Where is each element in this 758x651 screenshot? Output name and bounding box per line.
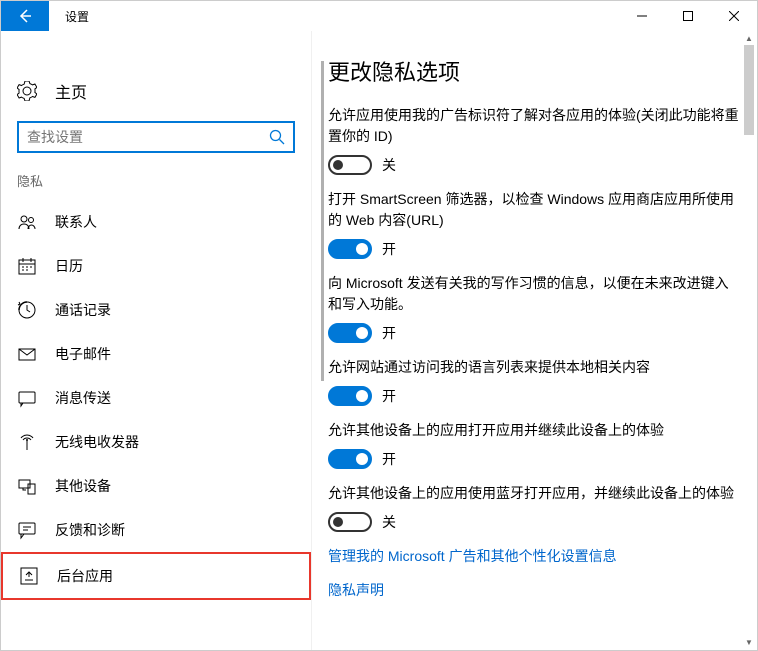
- sidebar-item-calendar[interactable]: 日历: [1, 244, 311, 288]
- search-input[interactable]: [27, 129, 269, 145]
- toggle-switch[interactable]: [328, 512, 372, 532]
- sidebar-item-label: 日历: [55, 256, 83, 276]
- setting-description: 向 Microsoft 发送有关我的写作习惯的信息，以便在未来改进键入和写入功能…: [328, 273, 741, 315]
- setting-item: 允许其他设备上的应用打开应用并继续此设备上的体验开: [328, 420, 741, 469]
- scrollbar-thumb[interactable]: [744, 45, 754, 135]
- minimize-button[interactable]: [619, 1, 665, 31]
- sidebar-item-email[interactable]: 电子邮件: [1, 332, 311, 376]
- toggle-label: 关: [382, 155, 396, 175]
- window-controls: [619, 1, 757, 31]
- other-devices-icon: [17, 476, 37, 496]
- setting-item: 打开 SmartScreen 筛选器，以检查 Windows 应用商店应用所使用…: [328, 189, 741, 259]
- toggle-switch[interactable]: [328, 239, 372, 259]
- close-button[interactable]: [711, 1, 757, 31]
- maximize-button[interactable]: [665, 1, 711, 31]
- scroll-down-icon[interactable]: ▼: [742, 635, 756, 649]
- sidebar-item-label: 通话记录: [55, 300, 111, 320]
- setting-item: 允许网站通过访问我的语言列表来提供本地相关内容开: [328, 357, 741, 406]
- sidebar-item-label: 反馈和诊断: [55, 520, 125, 540]
- setting-description: 允许其他设备上的应用使用蓝牙打开应用，并继续此设备上的体验: [328, 483, 741, 504]
- sidebar-item-contacts[interactable]: 联系人: [1, 200, 311, 244]
- sidebar-item-label: 后台应用: [57, 566, 113, 586]
- sidebar: 主页 隐私 联系人 日历 通话记录 电子邮件: [1, 31, 311, 650]
- sidebar-item-label: 联系人: [55, 212, 97, 232]
- page-title: 更改隐私选项: [328, 55, 741, 87]
- nav-list: 联系人 日历 通话记录 电子邮件 消息传送 无线电收发器: [1, 200, 311, 650]
- toggle-switch[interactable]: [328, 155, 372, 175]
- setting-description: 打开 SmartScreen 筛选器，以检查 Windows 应用商店应用所使用…: [328, 189, 741, 231]
- email-icon: [17, 344, 37, 364]
- setting-item: 允许其他设备上的应用使用蓝牙打开应用，并继续此设备上的体验关: [328, 483, 741, 532]
- titlebar: 设置: [1, 1, 757, 31]
- toggle-label: 开: [382, 239, 396, 259]
- toggle-switch[interactable]: [328, 386, 372, 406]
- gear-icon: [17, 81, 37, 101]
- search-icon: [269, 129, 285, 145]
- minimize-icon: [637, 11, 647, 21]
- toggle-label: 开: [382, 386, 396, 406]
- sidebar-item-label: 电子邮件: [55, 344, 111, 364]
- sidebar-item-label: 消息传送: [55, 388, 111, 408]
- toggle-label: 开: [382, 323, 396, 343]
- sidebar-item-feedback[interactable]: 反馈和诊断: [1, 508, 311, 552]
- toggle-label: 开: [382, 449, 396, 469]
- calendar-icon: [17, 256, 37, 276]
- scroll-up-icon[interactable]: ▲: [742, 31, 756, 45]
- window-scrollbar[interactable]: ▲ ▼: [742, 31, 756, 649]
- category-label: 隐私: [1, 171, 311, 200]
- setting-item: 允许应用使用我的广告标识符了解对各应用的体验(关闭此功能将重置你的 ID) 关: [328, 105, 741, 175]
- setting-item: 向 Microsoft 发送有关我的写作习惯的信息，以便在未来改进键入和写入功能…: [328, 273, 741, 343]
- sidebar-item-background-apps[interactable]: 后台应用: [1, 552, 311, 600]
- main-panel: 更改隐私选项 允许应用使用我的广告标识符了解对各应用的体验(关闭此功能将重置你的…: [311, 31, 757, 650]
- toggle-switch[interactable]: [328, 323, 372, 343]
- back-button[interactable]: [1, 1, 49, 31]
- contacts-icon: [17, 212, 37, 232]
- setting-description: 允许网站通过访问我的语言列表来提供本地相关内容: [328, 357, 741, 378]
- setting-description: 允许其他设备上的应用打开应用并继续此设备上的体验: [328, 420, 741, 441]
- sidebar-item-label: 无线电收发器: [55, 432, 139, 452]
- sidebar-item-radios[interactable]: 无线电收发器: [1, 420, 311, 464]
- radios-icon: [17, 432, 37, 452]
- sidebar-item-call-history[interactable]: 通话记录: [1, 288, 311, 332]
- toggle-switch[interactable]: [328, 449, 372, 469]
- sidebar-item-messaging[interactable]: 消息传送: [1, 376, 311, 420]
- maximize-icon: [683, 11, 693, 21]
- manage-ads-link[interactable]: 管理我的 Microsoft 广告和其他个性化设置信息: [328, 546, 741, 566]
- home-button[interactable]: 主页: [1, 71, 311, 111]
- call-history-icon: [17, 300, 37, 320]
- search-box[interactable]: [17, 121, 295, 153]
- content-scrollbar-thumb[interactable]: [321, 61, 324, 381]
- setting-description: 允许应用使用我的广告标识符了解对各应用的体验(关闭此功能将重置你的 ID): [328, 105, 741, 147]
- messaging-icon: [17, 388, 37, 408]
- sidebar-item-other-devices[interactable]: 其他设备: [1, 464, 311, 508]
- feedback-icon: [17, 520, 37, 540]
- sidebar-item-label: 其他设备: [55, 476, 111, 496]
- arrow-left-icon: [17, 8, 33, 24]
- background-apps-icon: [19, 566, 39, 586]
- close-icon: [729, 11, 739, 21]
- home-label: 主页: [55, 79, 87, 103]
- content-scrollbar[interactable]: [321, 61, 324, 601]
- window-title: 设置: [49, 8, 89, 25]
- toggle-label: 关: [382, 512, 396, 532]
- privacy-statement-link[interactable]: 隐私声明: [328, 580, 741, 600]
